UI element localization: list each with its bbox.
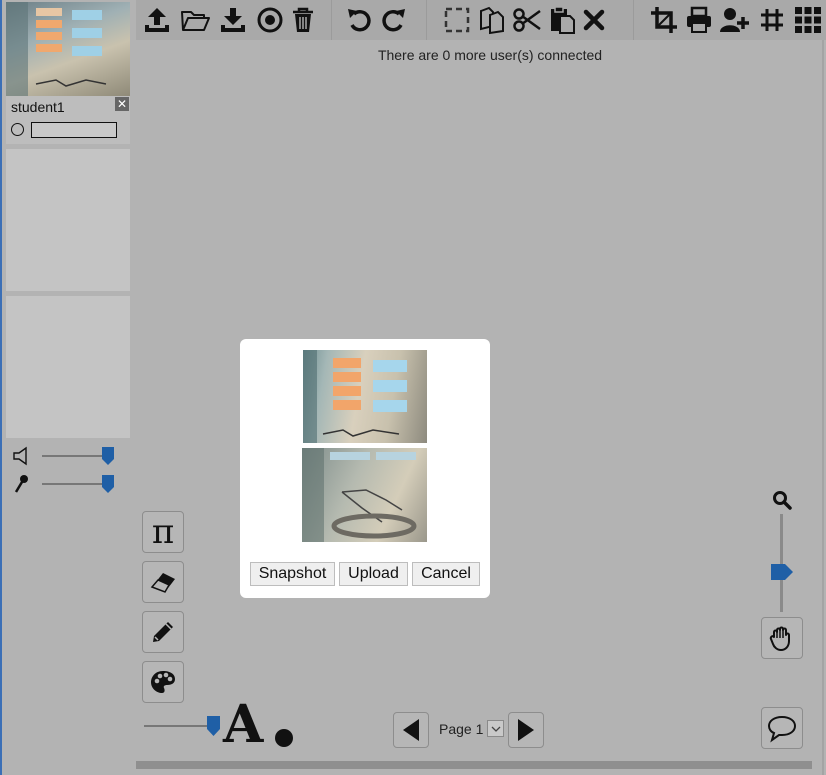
main-toolbar — [136, 0, 826, 40]
line-size-slider-track[interactable] — [144, 725, 210, 727]
font-size-icon[interactable]: A — [223, 698, 263, 752]
toolbar-file-group — [136, 0, 332, 40]
zoom-icon — [773, 491, 792, 510]
pencil-icon — [153, 622, 173, 642]
color-palette-button[interactable] — [142, 661, 184, 703]
undo-icon[interactable] — [344, 4, 376, 36]
brush-dot-icon — [275, 729, 293, 747]
add-user-icon[interactable] — [718, 4, 750, 36]
previous-page-button[interactable] — [393, 712, 429, 748]
page-select-dropdown[interactable] — [487, 720, 504, 737]
zoom-slider-knob[interactable] — [771, 564, 793, 580]
snapshot-button[interactable]: Snapshot — [250, 562, 335, 586]
cut-icon[interactable] — [511, 4, 543, 36]
pencil-tool-button[interactable] — [142, 611, 184, 653]
connected-users-status: There are 0 more user(s) connected — [377, 47, 603, 63]
chat-button[interactable] — [761, 707, 803, 749]
eraser-icon — [150, 573, 175, 593]
open-folder-icon[interactable] — [179, 4, 211, 36]
trash-icon[interactable] — [287, 4, 319, 36]
next-page-button[interactable] — [508, 712, 544, 748]
student-input-field[interactable] — [31, 122, 117, 138]
horizontal-scrollbar[interactable] — [136, 761, 812, 769]
eraser-tool-button[interactable] — [142, 561, 184, 603]
page-indicator: Page 1 — [439, 721, 484, 737]
student-video-tile[interactable]: student1 ✕ — [6, 2, 130, 144]
student-video-thumbnail — [6, 2, 130, 96]
hand-icon — [769, 626, 790, 651]
camera-preview-image — [303, 350, 427, 443]
pan-tool-button[interactable] — [761, 617, 803, 659]
empty-video-tile — [6, 149, 130, 291]
delete-icon[interactable] — [578, 4, 610, 36]
copy-icon[interactable] — [476, 4, 508, 36]
pi-icon: π — [151, 512, 175, 552]
chevron-down-icon — [491, 726, 500, 732]
grid-icon[interactable] — [756, 4, 788, 36]
palette-icon — [151, 671, 175, 693]
chat-bubble-icon — [767, 715, 797, 743]
microphone-icon — [14, 475, 28, 493]
upload-button[interactable]: Upload — [339, 562, 408, 586]
grid-large-icon[interactable] — [792, 4, 824, 36]
close-icon[interactable]: ✕ — [115, 97, 129, 111]
mic-volume-knob[interactable] — [102, 475, 114, 493]
toolbar-misc-group — [634, 0, 826, 40]
math-tool-button[interactable]: π — [142, 511, 184, 553]
empty-video-tile — [6, 296, 130, 438]
arrow-left-icon — [403, 719, 419, 741]
speaker-volume-knob[interactable] — [102, 447, 114, 465]
student-name: student1 — [11, 99, 65, 115]
select-icon[interactable] — [441, 4, 473, 36]
arrow-right-icon — [518, 719, 534, 741]
toolbar-edit-group — [427, 0, 634, 40]
download-icon[interactable] — [217, 4, 249, 36]
zoom-slider-track[interactable] — [780, 514, 783, 612]
window-left-edge — [0, 0, 2, 775]
toolbar-history-group — [332, 0, 427, 40]
captured-snapshot-image — [302, 448, 427, 542]
crop-icon[interactable] — [648, 4, 680, 36]
speaker-icon — [13, 446, 27, 466]
cancel-button[interactable]: Cancel — [412, 562, 480, 586]
snapshot-dialog: Snapshot Upload Cancel — [240, 339, 490, 598]
status-circle-icon — [11, 123, 24, 136]
upload-icon[interactable] — [141, 4, 173, 36]
speaker-volume-row — [12, 444, 122, 468]
mic-volume-row — [12, 472, 122, 496]
redo-icon[interactable] — [377, 4, 409, 36]
print-icon[interactable] — [683, 4, 715, 36]
line-size-slider-knob[interactable] — [207, 716, 220, 736]
vertical-scrollbar[interactable] — [822, 40, 824, 775]
paste-icon[interactable] — [546, 4, 578, 36]
record-icon[interactable] — [254, 4, 286, 36]
